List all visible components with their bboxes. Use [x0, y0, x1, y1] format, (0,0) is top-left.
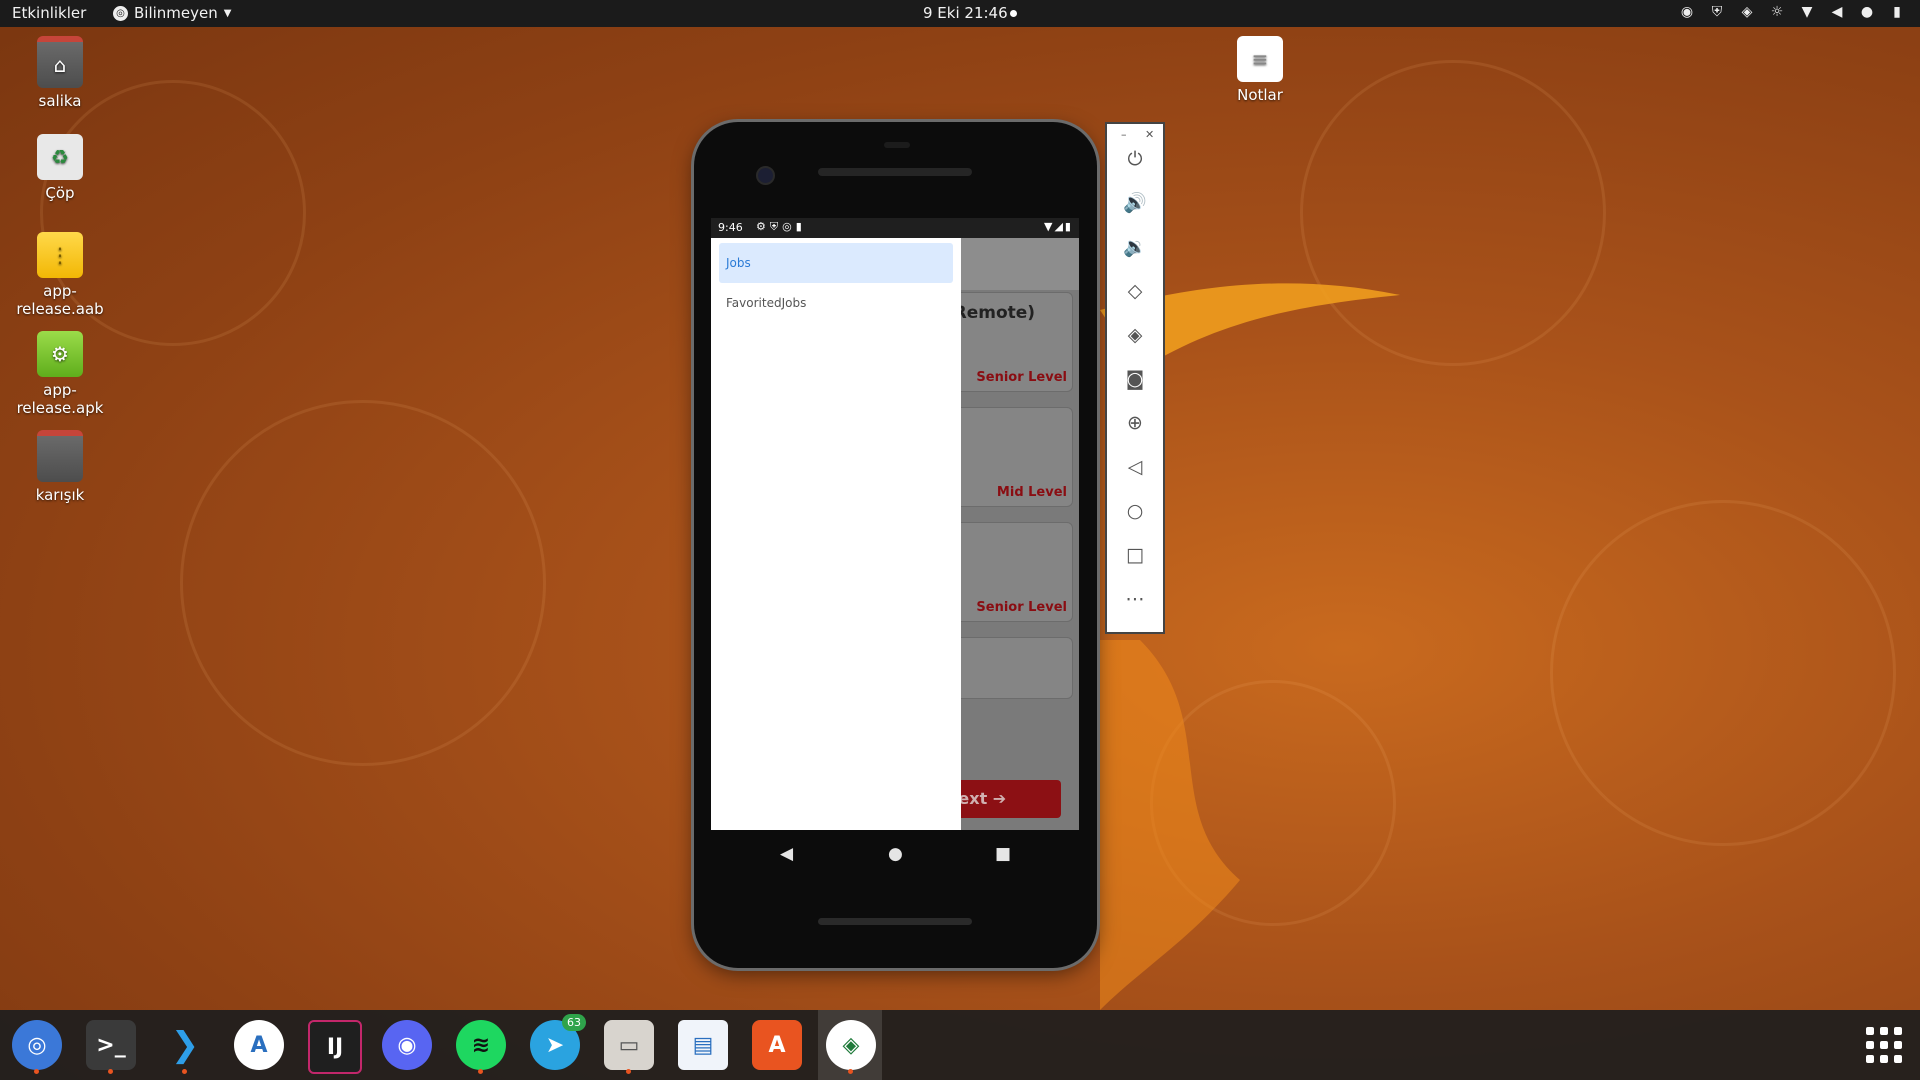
status-system-icons: ▼◢▮ [1044, 220, 1073, 233]
folder-icon [37, 430, 83, 482]
drawer-item-jobs[interactable]: Jobs [719, 243, 953, 283]
phone-sensor [884, 142, 910, 148]
volume-down-icon[interactable]: 🔉 [1120, 232, 1150, 262]
discord-icon[interactable]: ◉ [382, 1020, 432, 1070]
front-camera [756, 166, 775, 185]
spotify-icon[interactable]: ≋ [456, 1020, 506, 1074]
telegram-badge: 63 [562, 1014, 586, 1031]
wifi-icon[interactable]: ▼ [1798, 3, 1816, 21]
desktop-icon-aab[interactable]: ⋮ app-release.aab [5, 232, 115, 318]
zoom-icon[interactable]: ⊕ [1120, 408, 1150, 438]
system-tray[interactable]: ◉ ⛨ ◈ ☼ ▼ ◀ ● ▮ [1678, 3, 1906, 21]
android-studio-icon[interactable]: A [234, 1020, 284, 1070]
emulator-phone-frame: 9:46 ⚙⛨◎▮ ▼◢▮ in (Remote) Senior Level a… [694, 122, 1097, 968]
discord-tray-icon[interactable]: ◈ [1738, 3, 1756, 21]
power-icon[interactable]: ⏻ [1120, 144, 1150, 174]
intellij-icon[interactable]: IJ [308, 1020, 362, 1074]
running-indicator [182, 1069, 187, 1074]
running-indicator [848, 1069, 853, 1074]
chrome-tray-icon[interactable]: ◉ [1678, 3, 1696, 21]
telegram-icon[interactable]: ➤ 63 [530, 1014, 586, 1070]
desktop-icon-label: Notlar [1237, 86, 1283, 104]
android-status-bar: 9:46 ⚙⛨◎▮ ▼◢▮ [711, 218, 1079, 238]
show-applications-icon[interactable] [1866, 1027, 1902, 1063]
phone-bottom-speaker [818, 918, 972, 925]
desktop-icon-label: salika [38, 92, 82, 110]
job-level: Senior Level [976, 370, 1067, 385]
home-folder-icon: ⌂ [37, 36, 83, 88]
desktop-icon-label: Çöp [45, 184, 75, 202]
wallpaper-swirl [1550, 500, 1896, 846]
dock: ◎ >_ ❯ A IJ ◉ ≋ ➤ 63 ▭ ▤ A ◈ [0, 1010, 1920, 1080]
app-menu-icon: ◎ [113, 5, 128, 21]
status-time: 9:46 [718, 221, 743, 234]
top-panel: Etkinlikler ◎ Bilinmeyen ▼ 9 Eki 21:46 ◉… [0, 0, 1920, 27]
files-icon[interactable]: ▭ [604, 1020, 654, 1074]
chevron-down-icon: ▼ [223, 7, 232, 19]
running-indicator [478, 1069, 483, 1074]
app-menu-label: Bilinmeyen [134, 4, 218, 22]
minimize-icon[interactable]: – [1121, 128, 1127, 141]
brightness-icon[interactable]: ☼ [1768, 3, 1786, 21]
desktop-icon-salika[interactable]: ⌂ salika [5, 36, 115, 110]
running-indicator [108, 1069, 113, 1074]
wallpaper-flame [1100, 640, 1240, 1010]
recents-icon[interactable]: ■ [995, 844, 1011, 864]
more-options-icon[interactable]: ⋯ [1120, 584, 1150, 614]
android-nav-bar: ◀ ● ■ [711, 830, 1079, 880]
running-indicator [626, 1069, 631, 1074]
notification-dot [1010, 10, 1017, 17]
phone-screen[interactable]: 9:46 ⚙⛨◎▮ ▼◢▮ in (Remote) Senior Level a… [711, 218, 1079, 830]
wallpaper-swirl [180, 400, 546, 766]
software-center-icon[interactable]: A [752, 1020, 802, 1070]
shield-tray-icon[interactable]: ⛨ [1708, 3, 1726, 21]
volume-icon[interactable]: ◀ [1828, 3, 1846, 21]
archive-file-icon: ⋮ [37, 232, 83, 278]
android-package-icon: ⚙ [37, 331, 83, 377]
volume-up-icon[interactable]: 🔊 [1120, 188, 1150, 218]
home-icon[interactable]: ● [888, 844, 903, 864]
back-icon[interactable]: ◁ [1120, 452, 1150, 482]
desktop-icon-label: app-release.apk [16, 381, 104, 417]
chromium-icon[interactable]: ◎ [12, 1020, 62, 1074]
app-menu[interactable]: ◎ Bilinmeyen ▼ [113, 4, 231, 22]
activities-button[interactable]: Etkinlikler [12, 4, 86, 22]
vscode-icon[interactable]: ❯ [160, 1020, 210, 1074]
screenshot-camera-icon[interactable]: ◙ [1120, 364, 1150, 394]
libreoffice-writer-icon[interactable]: ▤ [678, 1020, 728, 1070]
home-icon[interactable]: ○ [1120, 496, 1150, 526]
desktop-icon-notlar[interactable]: ≡ Notlar [1205, 36, 1315, 104]
close-icon[interactable]: ✕ [1145, 128, 1154, 141]
rotate-right-icon[interactable]: ◈ [1120, 320, 1150, 350]
clock[interactable]: 9 Eki 21:46 [923, 4, 1008, 22]
overview-icon[interactable]: □ [1120, 540, 1150, 570]
desktop-icon-karisik[interactable]: karışık [5, 430, 115, 504]
rotate-left-icon[interactable]: ◇ [1120, 276, 1150, 306]
drawer-item-favorited-jobs[interactable]: FavoritedJobs [719, 283, 953, 323]
desktop-icon-label: karışık [35, 486, 85, 504]
running-indicator [34, 1069, 39, 1074]
desktop-icon-label: app-release.aab [16, 282, 104, 318]
desktop-icon-apk[interactable]: ⚙ app-release.apk [5, 331, 115, 417]
job-level: Mid Level [996, 485, 1067, 500]
android-emulator-icon[interactable]: ◈ [826, 1020, 876, 1074]
text-document-icon: ≡ [1237, 36, 1283, 82]
status-notification-icons: ⚙⛨◎▮ [756, 220, 806, 233]
back-icon[interactable]: ◀ [780, 844, 793, 864]
desktop-icon-trash[interactable]: ♻ Çöp [5, 134, 115, 202]
phone-earpiece [818, 168, 972, 176]
terminal-icon[interactable]: >_ [86, 1020, 136, 1074]
emulator-toolbar: – ✕ ⏻ 🔊 🔉 ◇ ◈ ◙ ⊕ ◁ ○ □ ⋯ [1105, 122, 1165, 634]
trash-icon: ♻ [37, 134, 83, 180]
microphone-icon[interactable]: ● [1858, 3, 1876, 21]
job-level: Senior Level [976, 600, 1067, 615]
battery-icon[interactable]: ▮ [1888, 3, 1906, 21]
navigation-drawer: Jobs FavoritedJobs [711, 238, 961, 830]
